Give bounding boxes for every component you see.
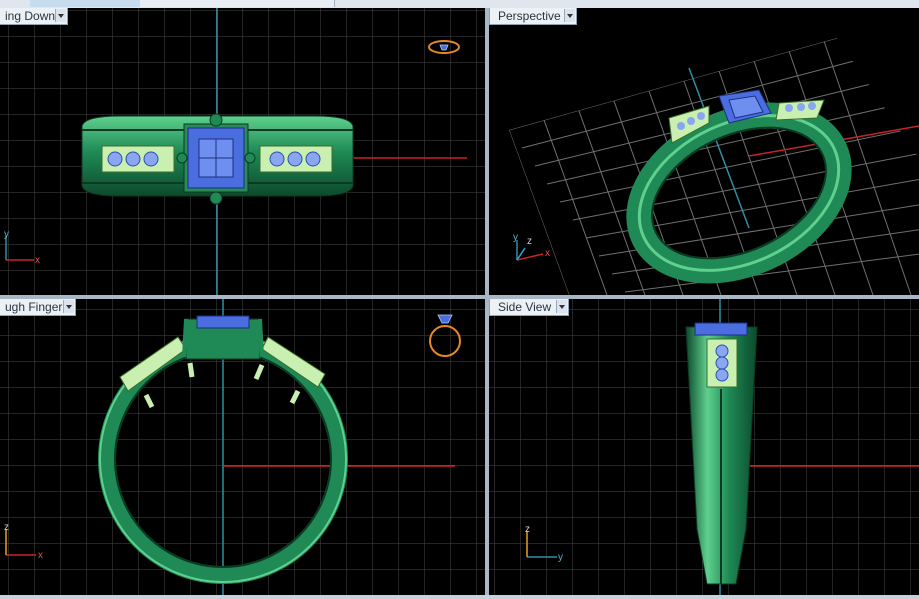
viewport-title: ing Down [5, 9, 56, 23]
viewport-label-looking-down[interactable]: ing Down [0, 8, 68, 25]
viewport-looking-down[interactable]: x y ing Down [0, 8, 485, 295]
viewport-splitter-vertical[interactable] [485, 8, 489, 599]
svg-text:z: z [4, 522, 9, 533]
axis-gizmo-icon: x z y [513, 232, 550, 261]
perspective-grid [509, 38, 919, 295]
dropdown-arrow-icon[interactable] [556, 300, 567, 313]
viewport-tab-strip [0, 0, 919, 8]
viewport-splitter-horizontal[interactable] [0, 295, 919, 299]
through-finger-canvas: x z [0, 299, 485, 595]
viewport-label-through-finger[interactable]: ugh Finger [0, 299, 76, 316]
viewport-title: ugh Finger [5, 300, 63, 314]
svg-text:z: z [525, 524, 530, 535]
dropdown-arrow-icon[interactable] [63, 300, 74, 313]
svg-text:x: x [38, 550, 43, 561]
viewport-label-side-view[interactable]: Side View [489, 299, 569, 316]
looking-down-canvas: x y [0, 8, 485, 295]
dropdown-arrow-icon[interactable] [564, 9, 575, 22]
svg-text:y: y [513, 232, 518, 243]
svg-text:z: z [527, 236, 532, 247]
view-tab-4[interactable] [304, 0, 335, 7]
view-tab-3[interactable] [208, 0, 305, 7]
viewport-through-finger[interactable]: x z ugh Finger [0, 299, 485, 595]
viewport-side-view[interactable]: y z Side View [489, 299, 919, 595]
view-tab-2[interactable] [140, 0, 209, 7]
viewport-title: Side View [498, 300, 552, 314]
viewport-perspective[interactable]: x z y Perspective [489, 8, 919, 295]
axis-y-label: y [4, 229, 9, 240]
svg-text:x: x [545, 248, 550, 259]
axis-x-label: x [35, 255, 40, 266]
svg-text:y: y [558, 552, 563, 563]
perspective-canvas: x z y [509, 38, 919, 295]
status-strip [0, 595, 919, 599]
viewport-title: Perspective [498, 9, 561, 23]
dropdown-arrow-icon[interactable] [55, 9, 66, 22]
side-view-canvas: y z [489, 299, 919, 595]
viewport-label-perspective[interactable]: Perspective [489, 8, 577, 25]
view-tab-1[interactable] [30, 0, 141, 7]
ring-perspective [626, 89, 852, 284]
ring-top-view [81, 113, 354, 205]
